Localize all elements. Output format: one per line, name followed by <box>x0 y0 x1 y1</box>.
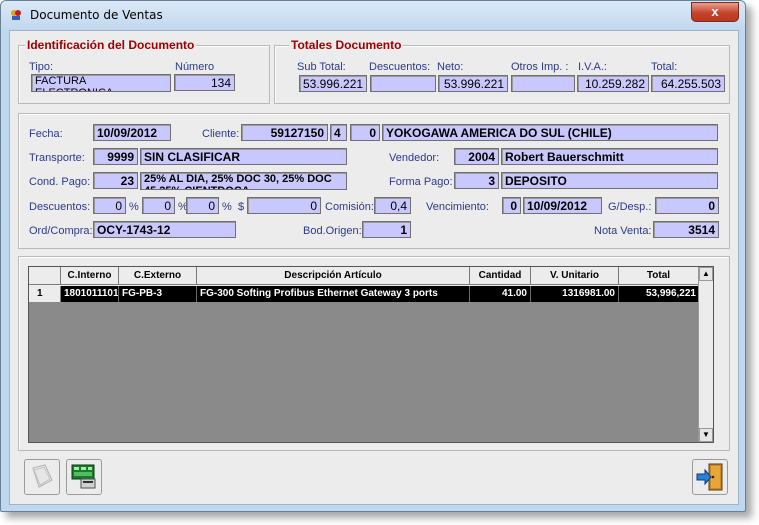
cliente-rut-field[interactable]: 59127150 <box>241 124 328 141</box>
otros-imp-label: Otros Imp. : <box>511 61 569 73</box>
col-total[interactable]: Total <box>619 267 699 285</box>
col-descripcion[interactable]: Descripción Artículo <box>197 267 470 285</box>
fecha-label: Fecha: <box>29 128 63 140</box>
percent-3-label: % <box>222 201 232 213</box>
transporte-label: Transporte: <box>29 152 85 164</box>
subtotal-label: Sub Total: <box>297 61 346 73</box>
identificacion-panel: Identificación del Documento Tipo: Númer… <box>18 38 270 104</box>
cell-c-externo[interactable]: FG-PB-3 <box>119 286 197 302</box>
total-field[interactable]: 64.255.503 <box>651 75 725 92</box>
vendedor-code-field[interactable]: 2004 <box>454 148 499 165</box>
vendedor-name-field[interactable]: Robert Bauerschmitt <box>501 148 718 165</box>
dollar-label: $ <box>238 201 245 213</box>
row-index-header <box>29 267 61 285</box>
tipo-label: Tipo: <box>29 61 54 73</box>
articles-grid[interactable]: C.Interno C.Externo Descripción Artículo… <box>28 266 714 443</box>
title-bar[interactable]: Documento de Ventas x <box>1 1 745 29</box>
identificacion-legend: Identificación del Documento <box>25 38 197 52</box>
grid-scrollbar[interactable]: ▲ ▼ <box>698 267 713 442</box>
totales-panel: Totales Documento Sub Total: Descuentos:… <box>274 38 730 104</box>
close-icon: x <box>711 4 719 19</box>
descuento-2-field[interactable]: 0 <box>142 197 175 214</box>
otros-imp-field[interactable] <box>511 75 575 92</box>
descuento-3-field[interactable]: 0 <box>186 197 219 214</box>
iva-field[interactable]: 10.259.282 <box>577 75 649 92</box>
new-document-button[interactable] <box>24 459 60 495</box>
gdesp-field[interactable]: 0 <box>655 197 719 214</box>
cell-descripcion[interactable]: FG-300 Softing Profibus Ethernet Gateway… <box>197 286 470 302</box>
cond-pago-desc-field[interactable]: 25% AL DIA, 25% DOC 30, 25% DOC 45 25% C… <box>140 172 347 190</box>
app-icon <box>11 10 21 20</box>
bodorigen-field[interactable]: 1 <box>362 221 411 238</box>
printer-icon <box>71 464 96 489</box>
cliente-label: Cliente: <box>202 128 240 140</box>
vencimiento-dias-field[interactable]: 0 <box>502 197 521 214</box>
subtotal-field[interactable]: 53.996.221 <box>299 75 367 92</box>
vencimiento-fecha-field[interactable]: 10/09/2012 <box>523 197 602 214</box>
transporte-desc-field[interactable]: SIN CLASIFICAR <box>140 148 347 165</box>
notaventa-field[interactable]: 3514 <box>653 221 719 238</box>
cliente-dv-field[interactable]: 4 <box>330 124 347 141</box>
bodorigen-label: Bod.Origen: <box>303 225 362 237</box>
ordcompra-label: Ord/Compra: <box>29 225 93 237</box>
grid-header: C.Interno C.Externo Descripción Artículo… <box>29 267 699 286</box>
vencimiento-label: Vencimiento: <box>426 201 489 213</box>
neto-label: Neto: <box>437 61 464 73</box>
forma-pago-desc-field[interactable]: DEPOSITO <box>501 172 718 189</box>
neto-field[interactable]: 53.996.221 <box>438 75 508 92</box>
col-cantidad[interactable]: Cantidad <box>470 267 531 285</box>
cell-total[interactable]: 53,996,221 <box>619 286 699 302</box>
cell-c-interno[interactable]: 1801011101 <box>61 286 119 302</box>
descuento-1-field[interactable]: 0 <box>93 197 126 214</box>
exit-button[interactable] <box>692 459 728 495</box>
forma-pago-label: Forma Pago: <box>389 176 453 188</box>
col-c-externo[interactable]: C.Externo <box>119 267 197 285</box>
descuentos-total-field[interactable] <box>370 75 436 92</box>
cond-pago-code-field[interactable]: 23 <box>93 172 138 189</box>
print-button[interactable] <box>66 459 102 495</box>
descuentos-total-label: Descuentos: <box>369 61 431 73</box>
percent-1-label: % <box>129 201 139 213</box>
table-row[interactable]: 1 1801011101 FG-PB-3 FG-300 Softing Prof… <box>29 286 699 302</box>
numero-field[interactable]: 134 <box>174 74 235 91</box>
close-button[interactable]: x <box>691 2 739 22</box>
fecha-field[interactable]: 10/09/2012 <box>93 124 171 141</box>
scroll-down-icon[interactable]: ▼ <box>699 428 713 442</box>
comision-field[interactable]: 0,4 <box>374 197 411 214</box>
descuento-monto-field[interactable]: 0 <box>247 197 321 214</box>
totales-legend: Totales Documento <box>289 38 404 52</box>
ordcompra-field[interactable]: OCY-1743-12 <box>93 221 236 238</box>
cell-cantidad[interactable]: 41.00 <box>470 286 531 302</box>
col-v-unitario[interactable]: V. Unitario <box>531 267 619 285</box>
forma-pago-code-field[interactable]: 3 <box>454 172 499 189</box>
descuentos-label: Descuentos: <box>29 201 91 213</box>
cliente-nombre-field[interactable]: YOKOGAWA AMERICA DO SUL (CHILE) <box>382 124 718 141</box>
iva-label: I.V.A.: <box>578 61 607 73</box>
cell-v-unitario[interactable]: 1316981.00 <box>531 286 619 302</box>
scroll-up-icon[interactable]: ▲ <box>699 267 713 281</box>
col-c-interno[interactable]: C.Interno <box>61 267 119 285</box>
form-panel: Fecha: 10/09/2012 Cliente: 59127150 4 0 … <box>18 113 730 249</box>
exit-door-icon <box>696 463 723 491</box>
tipo-field[interactable]: FACTURA ELECTRONICA <box>31 74 171 92</box>
transporte-code-field[interactable]: 9999 <box>93 148 138 165</box>
document-icon <box>32 464 53 488</box>
total-label: Total: <box>651 61 678 73</box>
gdesp-label: G/Desp.: <box>608 201 652 213</box>
client-area: Identificación del Documento Tipo: Númer… <box>9 30 739 505</box>
cliente-suc-field[interactable]: 0 <box>350 124 380 141</box>
numero-label: Número <box>175 61 215 73</box>
window-title: Documento de Ventas <box>30 8 163 22</box>
vendedor-label: Vendedor: <box>389 152 440 164</box>
cond-pago-label: Cond. Pago: <box>29 176 91 188</box>
row-index: 1 <box>29 286 61 302</box>
comision-label: Comisión: <box>325 201 374 213</box>
notaventa-label: Nota Venta: <box>594 225 652 237</box>
document-window: Documento de Ventas x Identificación del… <box>0 0 746 512</box>
